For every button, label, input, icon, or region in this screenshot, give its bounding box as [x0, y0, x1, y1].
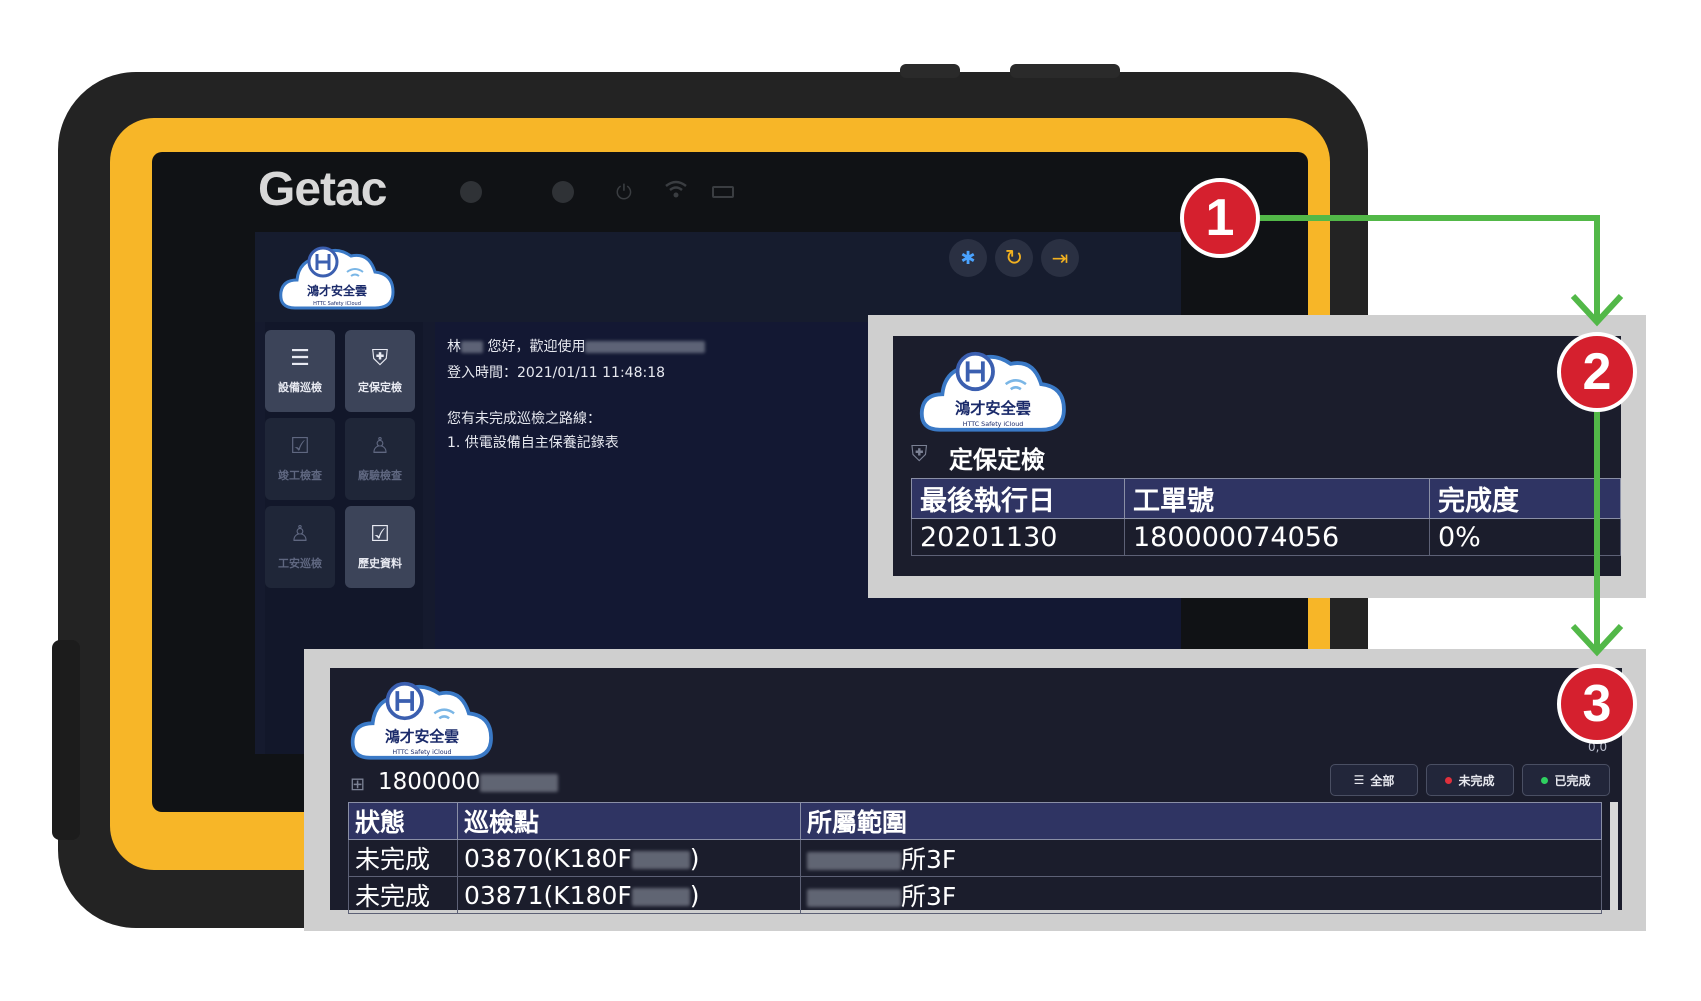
- flow-arrows: [1240, 215, 1624, 657]
- step-marker-2: 2: [1557, 332, 1637, 412]
- step-marker-1: 1: [1180, 178, 1260, 258]
- step-marker-3: 3: [1557, 664, 1637, 744]
- arrow-1-to-2: [1240, 215, 1600, 320]
